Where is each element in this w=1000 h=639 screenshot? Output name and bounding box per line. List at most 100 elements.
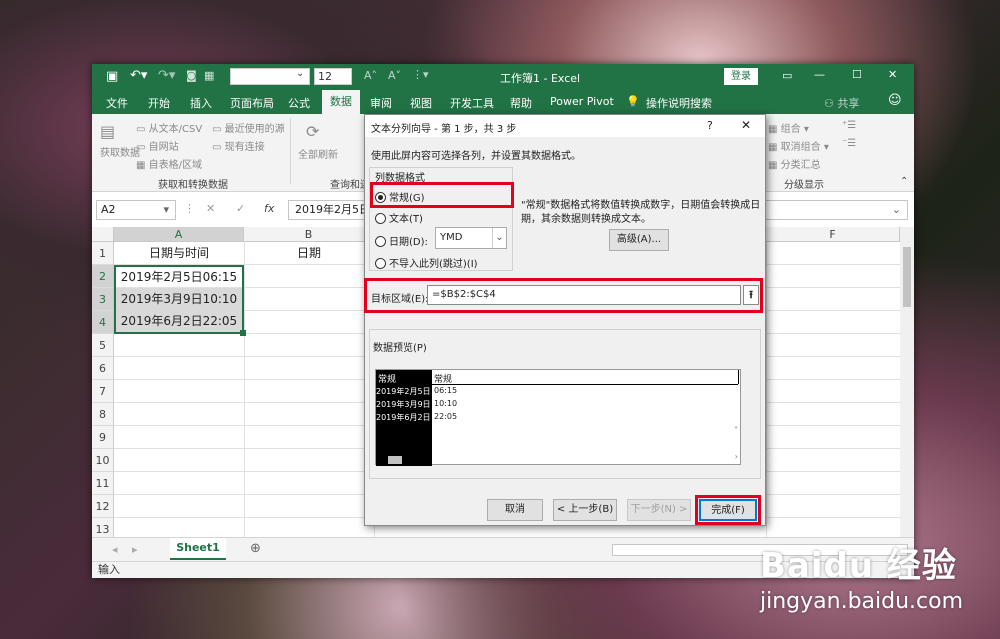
watermark-brand: Baidu 经验 [760,546,957,586]
chevron-down-icon[interactable]: ⌄ [296,68,304,79]
ungroup-label: 取消组合 [780,142,821,153]
collapse-ribbon-icon[interactable]: ⌃ [900,176,908,187]
cancel-entry-icon[interactable]: ✕ [206,202,215,215]
vertical-scrollbar[interactable] [900,227,914,537]
radio-icon [375,236,386,247]
confirm-entry-icon[interactable]: ✓ [236,202,245,215]
tab-data[interactable]: 数据 [322,90,360,114]
expand-formula-icon[interactable]: ⌄ [892,201,901,219]
tab-formulas[interactable]: 公式 [288,95,310,111]
share-button[interactable]: ⚇ 共享 [824,95,859,111]
form-icon[interactable]: ▦ [204,69,214,82]
share-label: 共享 [837,97,860,110]
row-header[interactable]: 4 [92,311,114,334]
tab-review[interactable]: 审阅 [370,95,392,111]
tab-home[interactable]: 开始 [148,95,170,111]
row-header[interactable]: 1 [92,242,114,265]
from-text-button[interactable]: ▭ 从文本/CSV [136,120,202,135]
cell-b1[interactable]: 日期 [244,242,374,265]
cell-a2[interactable]: 2019年2月5日06:15 [116,267,242,288]
existing-connections-label: 现有连接 [224,142,265,153]
redo-icon[interactable]: ↷▾ [158,68,175,83]
hide-detail-icon[interactable]: ⁻☰ [842,138,856,149]
cell-a4[interactable]: 2019年6月2日22:05 [116,311,242,332]
scrollbar-thumb[interactable] [903,247,911,307]
date-format-select[interactable]: YMD ⌄ [435,227,507,249]
save-icon[interactable]: ▣ [106,69,118,84]
next-sheet-icon[interactable]: ▸ [132,543,138,556]
radio-text-label: 文本(T) [389,214,423,225]
preview-cell: 2019年3月9日 [376,400,431,409]
subtotal-button[interactable]: ▦ 分类汇总 [768,156,821,171]
insert-function-icon[interactable]: fx [264,202,274,215]
preview-cell: 2019年2月5日 [376,387,431,396]
prev-sheet-icon[interactable]: ◂ [112,543,118,556]
scroll-down-icon[interactable]: ˅ [734,426,738,435]
help-icon[interactable]: ? [707,119,713,132]
back-button[interactable]: < 上一步(B) [553,499,617,521]
from-web-button[interactable]: ▭ 自网站 [136,138,179,153]
show-detail-icon[interactable]: ⁺☰ [842,120,856,131]
name-box[interactable]: A2 ▾ [96,200,176,220]
col-header-a[interactable]: A [114,227,244,242]
group-button[interactable]: ▦ 组合 ▾ [768,120,809,135]
sheet-tab-sheet1[interactable]: Sheet1 [170,538,226,560]
preview-area[interactable]: 常规 常规 2019年2月5日 2019年3月9日 2019年6月2日 06:1… [375,369,741,466]
tab-help[interactable]: 帮助 [510,95,532,111]
ungroup-button[interactable]: ▦ 取消组合 ▾ [768,138,829,153]
row-header[interactable]: 11 [92,472,114,495]
cell-a1[interactable]: 日期与时间 [114,242,244,265]
tab-developer[interactable]: 开发工具 [450,95,494,111]
tab-view[interactable]: 视图 [410,95,432,111]
undo-icon[interactable]: ↶▾ [130,68,147,83]
advanced-button[interactable]: 高级(A)... [609,229,669,251]
font-size-box[interactable]: 12 [314,68,352,85]
radio-date[interactable]: 日期(D): [375,233,428,248]
cell-a3[interactable]: 2019年3月9日10:10 [116,288,242,311]
row-header[interactable]: 10 [92,449,114,472]
next-button: 下一步(N) > [627,499,691,521]
preview-scroll-thumb[interactable] [388,456,402,464]
row-header[interactable]: 2 [92,265,114,288]
refresh-all-button[interactable]: 全部刷新 [298,146,338,161]
login-button[interactable]: 登录 [724,68,758,85]
scroll-right-icon[interactable]: › [735,452,738,461]
grow-font-icon[interactable]: A˄ [364,69,377,82]
get-data-button[interactable]: 获取数据 [100,144,140,159]
fill-handle[interactable] [240,330,246,336]
col-header-b[interactable]: B [244,227,374,242]
close-icon[interactable]: ✕ [888,68,897,81]
existing-connections-button[interactable]: ▭ 现有连接 [212,138,265,153]
select-all-corner[interactable] [92,227,114,242]
cancel-button[interactable]: 取消 [487,499,543,521]
row-header[interactable]: 8 [92,403,114,426]
close-icon[interactable]: ✕ [741,118,751,132]
row-header[interactable]: 6 [92,357,114,380]
row-header[interactable]: 9 [92,426,114,449]
tab-file[interactable]: 文件 [106,95,128,111]
minimize-icon[interactable]: — [814,68,825,81]
shrink-font-icon[interactable]: A˅ [388,69,401,82]
recent-sources-button[interactable]: ▭ 最近使用的源 [212,120,285,135]
smiley-icon[interactable]: ☺ [888,93,902,108]
add-sheet-icon[interactable]: ⊕ [250,541,261,556]
maximize-icon[interactable]: ☐ [852,68,862,81]
camera-icon[interactable]: ◙ [186,69,197,82]
ribbon-display-icon[interactable]: ▭ [782,69,792,82]
get-data-icon[interactable]: ▤ [100,122,115,141]
radio-text[interactable]: 文本(T) [375,210,423,225]
more-commands-icon[interactable]: ⋮▾ [412,68,429,81]
radio-skip[interactable]: 不导入此列(跳过)(I) [375,255,478,270]
row-header[interactable]: 3 [92,288,114,311]
row-header[interactable]: 12 [92,495,114,518]
col-header-f[interactable]: F [766,227,900,242]
preview-header-1: 常规 [378,375,397,385]
refresh-icon[interactable]: ⟳ [306,122,319,141]
row-header[interactable]: 5 [92,334,114,357]
row-header[interactable]: 7 [92,380,114,403]
from-table-button[interactable]: ▦ 自表格/区域 [136,156,202,171]
tab-insert[interactable]: 插入 [190,95,212,111]
tab-power-pivot[interactable]: Power Pivot [550,95,614,108]
tell-me-search[interactable]: 操作说明搜索 [646,95,712,111]
tab-page-layout[interactable]: 页面布局 [230,95,274,111]
